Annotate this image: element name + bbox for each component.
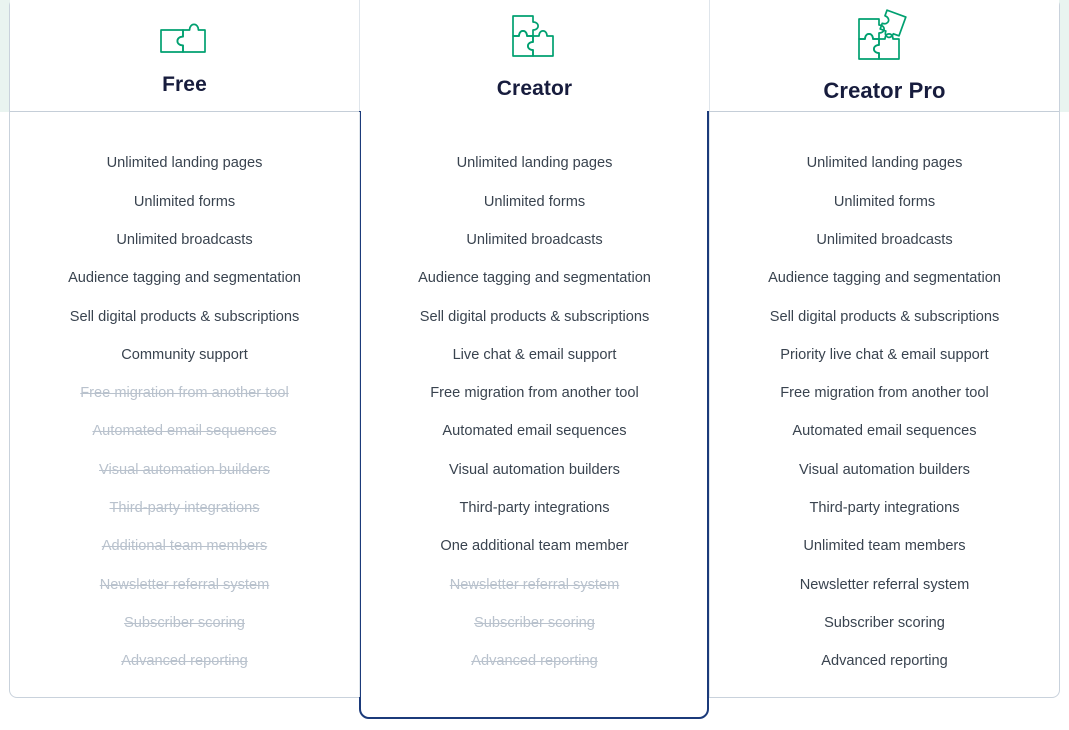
feature-included: Free migration from another tool: [780, 385, 989, 402]
feature-included: Free migration from another tool: [430, 385, 639, 402]
plan-header-creator-pro[interactable]: Creator Pro: [710, 0, 1059, 111]
feature-included: Unlimited landing pages: [456, 155, 613, 172]
plan-features-creator: Unlimited landing pages Unlimited forms Un…: [360, 112, 710, 697]
feature-included: Third-party integrations: [809, 500, 960, 517]
feature-included: One additional team member: [440, 538, 629, 555]
feature-included: Unlimited landing pages: [106, 155, 263, 172]
feature-included: Automated email sequences: [442, 423, 627, 440]
plan-header-free[interactable]: Free: [10, 0, 360, 111]
feature-included: Unlimited team members: [803, 538, 966, 555]
plan-features-creator-pro: Unlimited landing pages Unlimited forms Un…: [710, 112, 1059, 697]
feature-excluded: Automated email sequences: [92, 423, 277, 440]
feature-excluded: Subscriber scoring: [124, 614, 245, 631]
plan-header-row: Free Creator Creator Pro: [10, 0, 1059, 112]
feature-excluded: Advanced reporting: [471, 653, 598, 670]
feature-included: Sell digital products & subscriptions: [419, 308, 650, 325]
feature-included: Audience tagging and segmentation: [768, 270, 1001, 287]
plan-feature-row: Unlimited landing pages Unlimited forms Un…: [10, 112, 1059, 697]
feature-included: Unlimited broadcasts: [116, 231, 253, 248]
puzzle-3-piece-icon: [507, 10, 563, 66]
feature-included: Unlimited forms: [133, 193, 236, 210]
feature-included: Unlimited broadcasts: [816, 231, 953, 248]
feature-included: Community support: [121, 346, 248, 363]
puzzle-4-piece-icon: [853, 7, 917, 67]
feature-included: Unlimited landing pages: [806, 155, 963, 172]
feature-included: Unlimited forms: [483, 193, 586, 210]
page-background-band-right: [1059, 0, 1069, 112]
feature-included: Visual automation builders: [799, 461, 970, 478]
plan-name: Free: [162, 72, 207, 96]
feature-included: Unlimited broadcasts: [466, 231, 603, 248]
feature-excluded: Newsletter referral system: [449, 576, 620, 593]
feature-included: Sell digital products & subscriptions: [69, 308, 300, 325]
feature-excluded: Advanced reporting: [121, 653, 248, 670]
feature-included: Sell digital products & subscriptions: [769, 308, 1000, 325]
feature-excluded: Visual automation builders: [99, 461, 270, 478]
feature-included: Live chat & email support: [452, 346, 617, 363]
plan-name: Creator Pro: [823, 77, 946, 103]
feature-included: Automated email sequences: [792, 423, 977, 440]
plan-name: Creator: [496, 76, 573, 100]
feature-included: Audience tagging and segmentation: [68, 270, 301, 287]
feature-excluded: Subscriber scoring: [474, 614, 595, 631]
plan-comparison-table: Free Creator Creator Pro Unlimited landing…: [9, 0, 1060, 698]
feature-included: Priority live chat & email support: [780, 346, 989, 363]
feature-excluded: Additional team members: [101, 538, 268, 555]
feature-included: Audience tagging and segmentation: [418, 270, 651, 287]
feature-included: Visual automation builders: [449, 461, 620, 478]
plan-features-free: Unlimited landing pages Unlimited forms Un…: [10, 112, 360, 697]
feature-included: Third-party integrations: [459, 500, 610, 517]
feature-excluded: Free migration from another tool: [80, 385, 289, 402]
puzzle-2-piece-icon: [157, 14, 213, 62]
pricing-comparison-page: Free Creator Creator Pro Unlimited landing…: [0, 0, 1069, 730]
feature-included: Advanced reporting: [821, 653, 948, 670]
plan-header-creator[interactable]: Creator: [360, 0, 710, 111]
feature-included: Subscriber scoring: [824, 614, 945, 631]
feature-included: Unlimited forms: [833, 193, 936, 210]
feature-excluded: Newsletter referral system: [99, 576, 270, 593]
feature-included: Newsletter referral system: [799, 576, 970, 593]
feature-excluded: Third-party integrations: [109, 500, 260, 517]
